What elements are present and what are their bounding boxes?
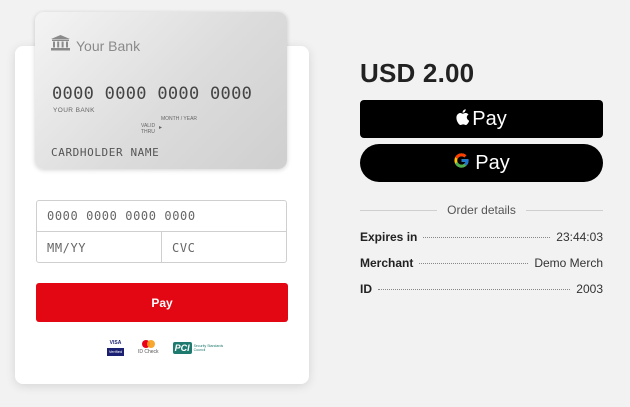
expiry-input[interactable] (47, 240, 161, 255)
detail-key: ID (360, 282, 372, 296)
card-valid-thru-label: VALID THRU (141, 123, 156, 135)
cvc-input[interactable] (172, 240, 286, 255)
card-month-year-label: MONTH / YEAR (161, 116, 198, 122)
divider-line-left (360, 209, 438, 211)
detail-key: Expires in (360, 230, 418, 244)
card-bank-small: YOUR BANK (53, 107, 95, 114)
card-preview: Your Bank 0000 0000 0000 0000 YOUR BANK … (35, 12, 287, 169)
apple-pay-label: Pay (472, 107, 507, 130)
apple-pay-button[interactable]: Pay (360, 100, 603, 138)
visa-logo-top: VISA (107, 339, 124, 348)
order-details-divider: Order details (360, 203, 604, 217)
visa-secure-logo: VISA Verified (107, 339, 124, 356)
cvc-cell (161, 232, 286, 263)
detail-leader-dots (419, 263, 529, 264)
pci-dss-logo: PCI Security Standards Council (172, 341, 224, 354)
detail-value: 23:44:03 (556, 230, 603, 244)
order-amount: USD 2.00 (360, 58, 475, 88)
detail-key: Merchant (360, 256, 414, 270)
detail-row-expires: Expires in 23:44:03 (360, 230, 603, 256)
apple-icon (456, 108, 470, 131)
detail-leader-dots (423, 237, 551, 238)
card-input-group (36, 200, 287, 263)
order-details-list: Expires in 23:44:03 Merchant Demo Merch … (360, 230, 603, 308)
card-bank-row: Your Bank (51, 35, 140, 56)
visa-logo-bottom: Verified (107, 348, 124, 356)
mastercard-id-check-logo: ID Check (138, 340, 159, 355)
card-number-display: 0000 0000 0000 0000 (52, 84, 253, 104)
detail-row-id: ID 2003 (360, 282, 603, 308)
google-g-icon (453, 152, 470, 175)
valid-thru-arrow-icon: ▸ (159, 125, 163, 131)
card-number-input[interactable] (47, 209, 286, 223)
expiry-cvc-row (37, 232, 286, 263)
security-logos: VISA Verified ID Check PCI Security Stan… (107, 339, 224, 356)
pci-text: Security Standards Council (193, 343, 224, 352)
card-holder-name: CARDHOLDER NAME (51, 146, 160, 159)
google-pay-button[interactable]: Pay (360, 144, 603, 182)
pay-button[interactable]: Pay (36, 283, 288, 322)
google-pay-label: Pay (475, 151, 510, 174)
detail-value: Demo Merch (534, 256, 603, 270)
expiry-cell (37, 232, 161, 263)
order-details-label: Order details (447, 203, 516, 217)
divider-line-right (525, 209, 604, 211)
pci-mark: PCI (172, 341, 192, 354)
detail-leader-dots (378, 289, 571, 290)
detail-row-merchant: Merchant Demo Merch (360, 256, 603, 282)
mastercard-id-check-label: ID Check (138, 349, 159, 355)
card-bank-name: Your Bank (76, 37, 141, 54)
bank-icon (51, 35, 70, 56)
card-number-row (37, 201, 286, 232)
detail-value: 2003 (576, 282, 603, 296)
mastercard-circles-icon (141, 340, 155, 348)
